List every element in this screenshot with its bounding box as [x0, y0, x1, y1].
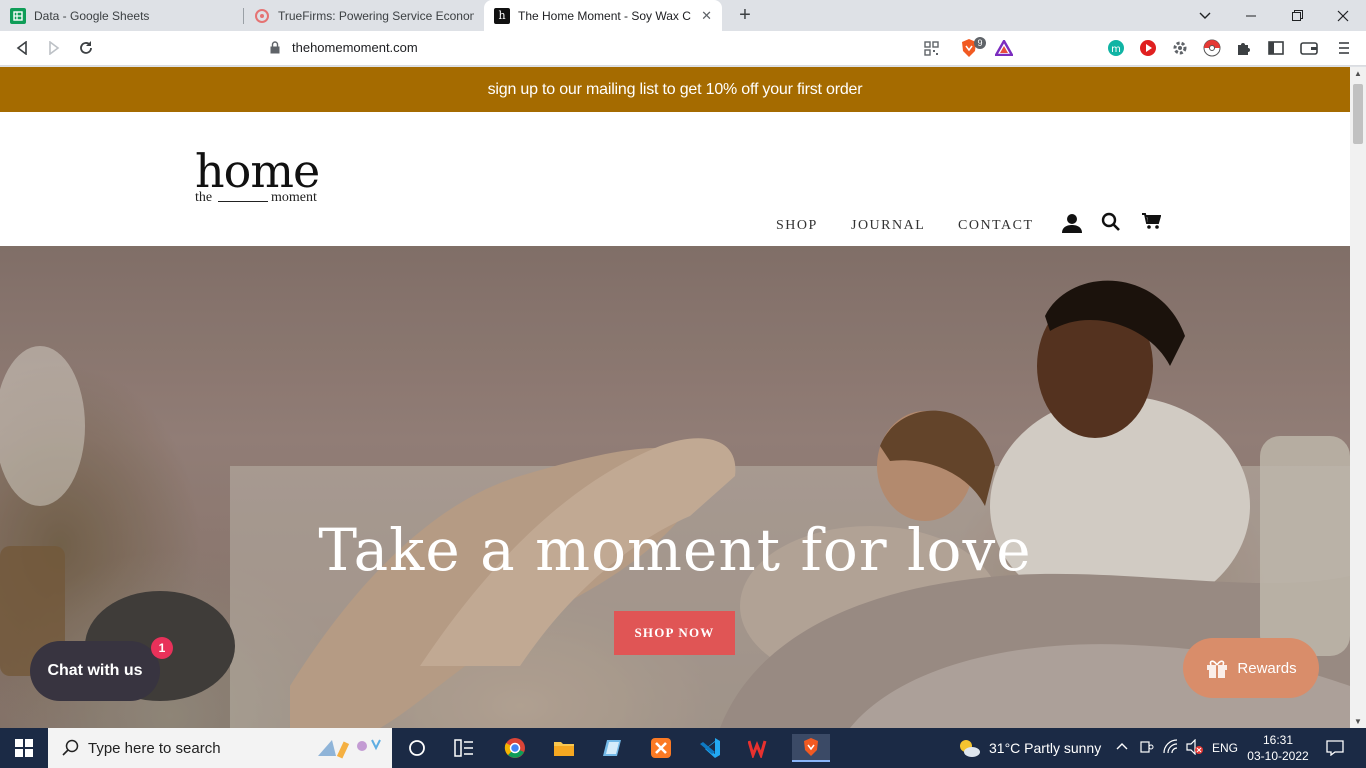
- logo-the: the: [195, 190, 213, 205]
- site-header: home the moment SHOP JOURNAL CONTACT: [0, 112, 1350, 246]
- chat-with-us-button[interactable]: Chat with us: [30, 641, 160, 701]
- hero-overlay: [0, 246, 1350, 728]
- tab-search-chevron-icon[interactable]: [1182, 0, 1228, 31]
- rewards-label: Rewards: [1237, 659, 1297, 677]
- notes-app-icon[interactable]: [597, 734, 627, 762]
- close-tab-icon[interactable]: ✕: [701, 8, 712, 24]
- home-moment-favicon-icon: h: [494, 7, 510, 24]
- truefirms-icon: [254, 8, 270, 24]
- tab-truefirms[interactable]: TrueFirms: Powering Service Economy: [244, 0, 484, 31]
- address-bar[interactable]: thehomemoment.com: [222, 35, 1022, 62]
- promo-banner[interactable]: sign up to our mailing list to get 10% o…: [0, 67, 1350, 112]
- volume-muted-icon[interactable]: [1186, 738, 1204, 758]
- windows-logo-icon: [15, 739, 33, 757]
- forward-button[interactable]: [43, 37, 65, 59]
- search-icon: [62, 739, 79, 756]
- network-icon[interactable]: [1163, 739, 1179, 758]
- extensions-puzzle-icon[interactable]: [1233, 37, 1255, 59]
- menu-icon[interactable]: [1333, 37, 1355, 59]
- search-icon[interactable]: [1101, 212, 1123, 234]
- partly-sunny-icon: [960, 740, 980, 757]
- hero-banner: Take a moment for love SHOP NOW: [0, 246, 1350, 728]
- page-scrollbar[interactable]: ▲ ▼: [1350, 67, 1366, 728]
- show-hidden-icons-chevron-icon[interactable]: [1116, 739, 1128, 753]
- extension-m-icon[interactable]: m: [1105, 37, 1127, 59]
- nav-journal[interactable]: JOURNAL: [851, 218, 925, 234]
- search-highlight-icon: [318, 739, 381, 759]
- system-clock[interactable]: 16:31 03-10-2022: [1246, 732, 1310, 764]
- brave-taskbar-icon[interactable]: [792, 734, 830, 762]
- brave-badge: 9: [974, 37, 986, 49]
- clock-time: 16:31: [1262, 733, 1294, 747]
- tab-the-home-moment[interactable]: h The Home Moment - Soy Wax Ca ✕: [484, 0, 722, 31]
- site-logo[interactable]: home the moment: [195, 148, 325, 208]
- tab-title: TrueFirms: Powering Service Economy: [278, 8, 474, 23]
- wps-office-icon[interactable]: [744, 734, 774, 762]
- nav-contact[interactable]: CONTACT: [958, 218, 1034, 234]
- url-text: thehomemoment.com: [292, 40, 418, 55]
- clock-date: 03-10-2022: [1247, 749, 1309, 763]
- back-button[interactable]: [11, 37, 33, 59]
- tab-google-sheets[interactable]: Data - Google Sheets: [0, 0, 242, 31]
- sheets-icon: [10, 7, 26, 24]
- logo-divider: [218, 201, 268, 202]
- hero-title: Take a moment for love: [318, 516, 1032, 584]
- extension-gear-icon[interactable]: [1169, 37, 1191, 59]
- xampp-icon[interactable]: [646, 734, 676, 762]
- logo-moment: moment: [271, 190, 317, 205]
- lock-icon[interactable]: [270, 41, 280, 54]
- scrollbar-thumb[interactable]: [1353, 84, 1363, 144]
- search-placeholder: Type here to search: [88, 740, 221, 757]
- language-indicator[interactable]: ENG: [1212, 741, 1238, 755]
- cart-icon[interactable]: [1141, 212, 1163, 234]
- restore-button[interactable]: [1274, 0, 1320, 31]
- weather-widget[interactable]: 31°C Partly sunny: [957, 738, 1101, 758]
- tab-title: The Home Moment - Soy Wax Ca: [518, 8, 692, 23]
- new-tab-button[interactable]: +: [734, 3, 756, 27]
- chat-notification-badge: 1: [151, 637, 173, 659]
- scroll-down-arrow-icon[interactable]: ▼: [1354, 717, 1362, 726]
- account-icon[interactable]: [1061, 212, 1083, 234]
- browser-toolbar: thehomemoment.com 9 m: [0, 31, 1366, 66]
- browser-tab-strip: Data - Google Sheets TrueFirms: Powering…: [0, 0, 1366, 31]
- scroll-up-arrow-icon[interactable]: ▲: [1354, 69, 1362, 78]
- file-explorer-icon[interactable]: [549, 734, 579, 762]
- vscode-icon[interactable]: [695, 734, 725, 762]
- brave-rewards-icon[interactable]: [993, 37, 1015, 59]
- tab-title: Data - Google Sheets: [34, 8, 150, 23]
- widgets-button[interactable]: [449, 734, 479, 762]
- minimize-button[interactable]: [1228, 0, 1274, 31]
- weather-text: 31°C Partly sunny: [989, 740, 1102, 756]
- task-view-button[interactable]: [402, 734, 432, 762]
- meet-now-icon[interactable]: [1140, 739, 1154, 758]
- notifications-icon[interactable]: [1320, 734, 1350, 762]
- nav-shop[interactable]: SHOP: [776, 218, 818, 234]
- wallet-icon[interactable]: [1298, 37, 1320, 59]
- reload-button[interactable]: [75, 37, 97, 59]
- sidebar-icon[interactable]: [1265, 37, 1287, 59]
- extension-play-icon[interactable]: [1137, 37, 1159, 59]
- web-page: sign up to our mailing list to get 10% o…: [0, 67, 1350, 728]
- taskbar-search[interactable]: Type here to search: [48, 728, 392, 768]
- close-window-button[interactable]: [1320, 0, 1366, 31]
- gift-icon: [1207, 660, 1228, 678]
- promo-text: sign up to our mailing list to get 10% o…: [487, 80, 863, 98]
- windows-start-button[interactable]: [0, 728, 48, 768]
- rewards-button[interactable]: Rewards: [1183, 638, 1319, 698]
- logo-word: home: [195, 144, 320, 198]
- chrome-taskbar-icon[interactable]: [500, 734, 530, 762]
- windows-taskbar: Type here to search 31°C Partly sunny EN…: [0, 728, 1366, 768]
- svg-text:m: m: [1111, 44, 1121, 55]
- shop-now-button[interactable]: SHOP NOW: [614, 611, 735, 655]
- extension-pokeball-icon[interactable]: [1201, 37, 1223, 59]
- qr-code-icon[interactable]: [920, 37, 942, 59]
